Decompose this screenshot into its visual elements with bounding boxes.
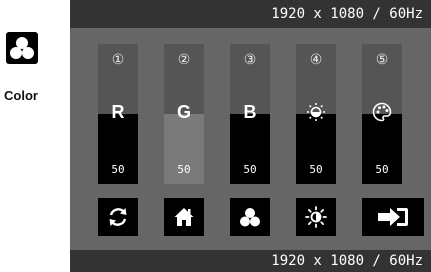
slider-value: 50 <box>111 163 125 176</box>
slider-index: ④ <box>309 52 323 68</box>
slider-value: 50 <box>243 163 257 176</box>
osd-panel: 1920 x 1080 / 60Hz ① R 50 ② G 50 ③ B 50 … <box>70 0 431 272</box>
slider-red[interactable]: ① R 50 <box>98 44 138 184</box>
color-circles-icon <box>6 32 38 64</box>
brightness-button[interactable] <box>296 198 336 236</box>
slider-blue[interactable]: ③ B 50 <box>230 44 270 184</box>
slider-index: ① <box>111 52 125 68</box>
home-button[interactable] <box>164 198 204 236</box>
slider-palette[interactable]: ⑤ 50 <box>362 44 402 184</box>
color-button[interactable] <box>230 198 270 236</box>
category-label: Color <box>4 88 38 103</box>
exit-button[interactable] <box>362 198 424 236</box>
slider-value: 50 <box>375 163 389 176</box>
color-circles-icon <box>238 205 262 229</box>
reset-button[interactable] <box>98 198 138 236</box>
exit-icon <box>376 206 410 228</box>
slider-value: 50 <box>309 163 323 176</box>
slider-brightness[interactable]: ④ 50 <box>296 44 336 184</box>
dim-brightness-icon <box>306 102 326 122</box>
slider-label: G <box>176 102 191 122</box>
resolution-status-top: 1920 x 1080 / 60Hz <box>70 0 431 28</box>
palette-icon <box>372 102 392 122</box>
slider-index: ② <box>177 52 191 68</box>
slider-index: ⑤ <box>375 52 389 68</box>
brightness-icon <box>305 206 327 228</box>
slider-value: 50 <box>177 163 191 176</box>
refresh-icon <box>107 206 129 228</box>
slider-label: R <box>111 102 125 122</box>
home-icon <box>173 206 195 228</box>
slider-index: ③ <box>243 52 257 68</box>
slider-label: B <box>243 102 257 122</box>
slider-green[interactable]: ② G 50 <box>164 44 204 184</box>
resolution-status-bottom: 1920 x 1080 / 60Hz <box>70 250 431 272</box>
